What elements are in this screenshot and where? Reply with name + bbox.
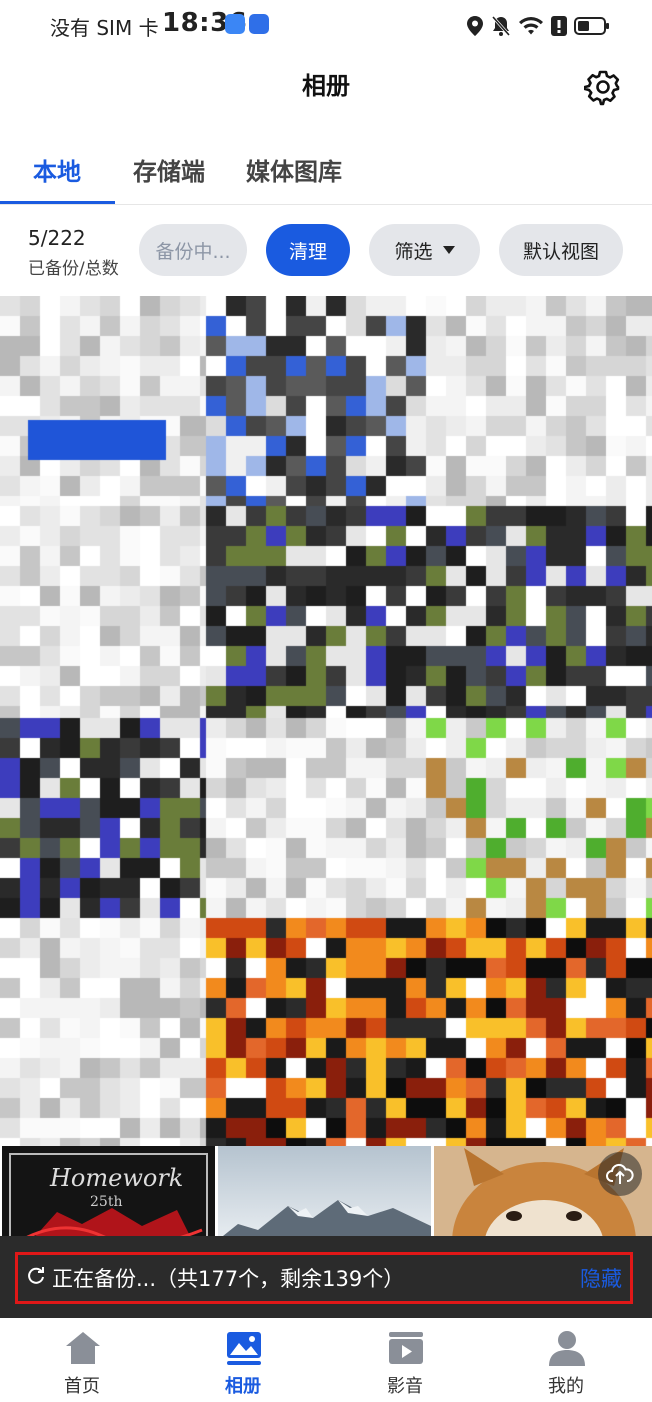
nav-label: 首页 <box>64 1376 100 1397</box>
page-title: 相册 <box>302 72 350 100</box>
hide-banner-button[interactable]: 隐藏 <box>580 1263 622 1293</box>
carrier-label: 没有 SIM 卡 <box>50 16 159 40</box>
mute-bell-icon <box>491 16 511 36</box>
status-bar: 没有 SIM 卡 18:36 <box>0 0 652 54</box>
cloud-app-icon <box>225 14 245 34</box>
nav-label: 我的 <box>548 1376 584 1397</box>
view-mode-button[interactable]: 默认视图 <box>499 224 623 276</box>
cloud-upload-icon[interactable] <box>598 1152 642 1196</box>
filter-button[interactable]: 筛选 <box>369 224 480 276</box>
wifi-icon <box>519 17 543 35</box>
bottom-nav: 首页 相册 影音 我的 <box>0 1318 652 1402</box>
nav-item-media[interactable]: 影音 <box>325 1318 485 1402</box>
alert-icon <box>551 16 567 36</box>
active-tab-indicator <box>0 201 115 204</box>
video-icon <box>389 1332 423 1364</box>
svg-text:Homework: Homework <box>49 1164 183 1192</box>
album-art-image: Homework 25th <box>9 1153 208 1240</box>
photo-thumbnail[interactable] <box>218 1146 431 1240</box>
person-icon <box>549 1331 585 1366</box>
clean-button[interactable]: 清理 <box>266 224 350 276</box>
nav-label: 影音 <box>387 1376 423 1397</box>
backup-status-text: 正在备份...（共177个，剩余139个） <box>52 1267 405 1291</box>
caret-down-icon <box>442 246 455 254</box>
backup-count-label: 已备份/总数 <box>28 259 119 279</box>
filter-label: 筛选 <box>394 240 433 263</box>
svg-text:25th: 25th <box>90 1194 122 1210</box>
location-icon <box>467 16 483 36</box>
backup-count: 5/222 <box>28 226 86 250</box>
photo-grid-mosaic[interactable] <box>0 296 652 1146</box>
tab-media-library[interactable]: 媒体图库 <box>246 152 342 187</box>
nav-item-album[interactable]: 相册 <box>163 1318 323 1402</box>
battery-icon <box>574 17 609 35</box>
photo-thumbnail[interactable]: Homework 25th <box>2 1146 215 1240</box>
nav-item-home[interactable]: 首页 <box>2 1318 162 1402</box>
status-icons <box>466 13 610 39</box>
mountain-photo-image <box>218 1146 431 1240</box>
photo-icon <box>227 1332 261 1365</box>
bulb-app-icon <box>249 14 269 34</box>
nav-label: 相册 <box>225 1376 261 1397</box>
backing-up-button[interactable]: 备份中... <box>139 224 247 276</box>
home-icon <box>66 1332 100 1364</box>
nav-item-me[interactable]: 我的 <box>486 1318 646 1402</box>
sync-icon <box>28 1267 44 1284</box>
tab-storage[interactable]: 存储端 <box>133 152 205 187</box>
tab-bar: 本地 存储端 媒体图库 <box>0 140 652 205</box>
gear-icon[interactable] <box>584 68 622 106</box>
tab-local[interactable]: 本地 <box>33 152 81 187</box>
